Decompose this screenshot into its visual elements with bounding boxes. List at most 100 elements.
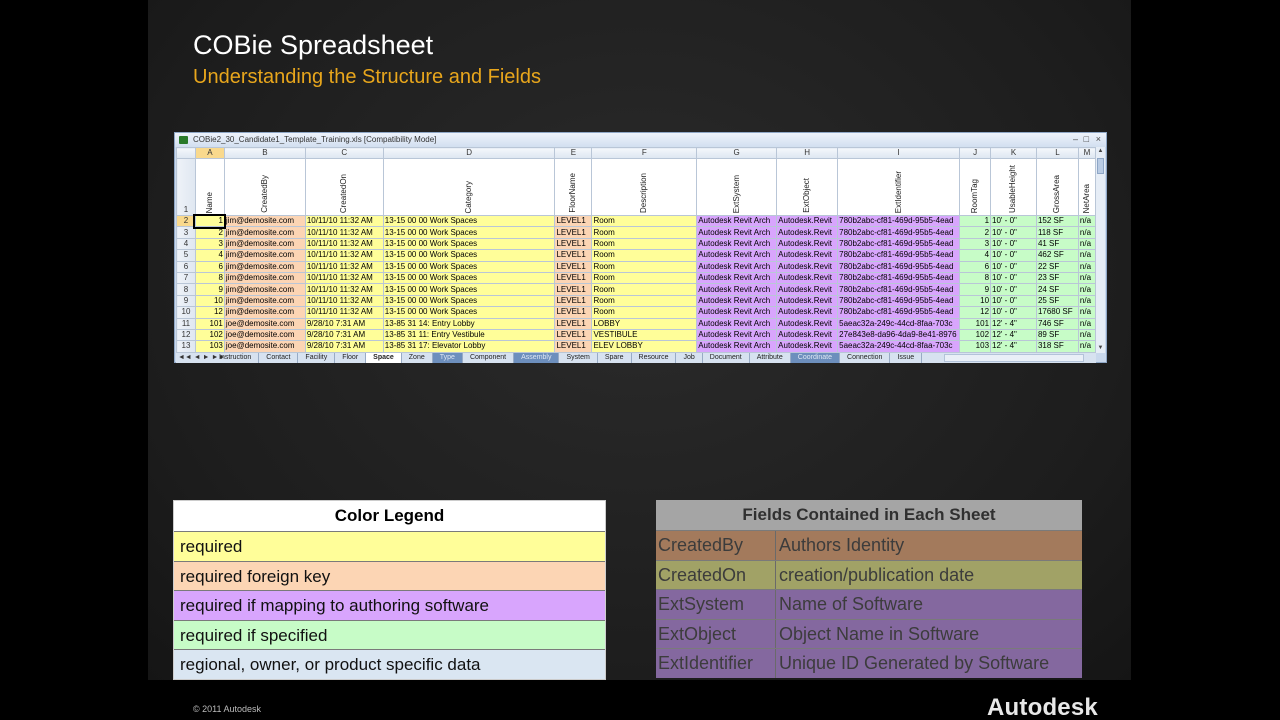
cell-extsystem[interactable]: Autodesk Revit Arch <box>696 214 778 228</box>
row-header[interactable]: 1 <box>176 158 196 216</box>
cell-category[interactable]: 13-85 31 17: Elevator Lobby <box>382 340 556 353</box>
select-all-corner[interactable] <box>176 147 196 159</box>
cell-roomtag[interactable]: 6 <box>959 260 992 273</box>
cell-grossarea[interactable]: 22 SF <box>1035 260 1079 273</box>
cell-createdby[interactable]: jim@demosite.com <box>223 283 306 296</box>
cell-usableheight[interactable]: 10' - 0" <box>990 294 1037 308</box>
cell-roomtag[interactable]: 12 <box>959 306 992 319</box>
cell-floorname[interactable]: LEVEL1 <box>554 214 593 228</box>
cell-createdon[interactable]: 9/28/10 7:31 AM <box>304 328 384 342</box>
column-header-j[interactable]: J <box>959 147 992 159</box>
cell-createdby[interactable]: jim@demosite.com <box>223 226 306 239</box>
cell-extsystem[interactable]: Autodesk Revit Arch <box>696 249 778 262</box>
cell-description[interactable]: ELEV LOBBY <box>591 340 698 353</box>
column-header-d[interactable]: D <box>382 147 556 159</box>
cell-category[interactable]: 13-15 00 00 Work Spaces <box>382 283 556 296</box>
cell-category[interactable]: 13-15 00 00 Work Spaces <box>382 306 556 319</box>
cell-createdby[interactable]: jim@demosite.com <box>223 249 306 262</box>
field-header-cell[interactable]: Category <box>382 158 556 216</box>
cell-createdon[interactable]: 10/11/10 11:32 AM <box>304 283 384 296</box>
cell-extobject[interactable]: Autodesk.Revit <box>776 260 839 273</box>
cell-extidentifier[interactable]: 780b2abc-cf81-469d-95b5-4ead <box>837 306 961 319</box>
column-header-k[interactable]: K <box>990 147 1037 159</box>
cell-name[interactable]: 103 <box>194 340 225 353</box>
column-header-m[interactable]: M <box>1077 147 1096 159</box>
cell-netarea[interactable]: n/a <box>1077 317 1096 330</box>
sheet-tab-type[interactable]: Type <box>432 353 463 363</box>
cell-createdon[interactable]: 10/11/10 11:32 AM <box>304 271 384 285</box>
column-header-l[interactable]: L <box>1035 147 1079 159</box>
row-header[interactable]: 8 <box>176 283 196 296</box>
cell-extobject[interactable]: Autodesk.Revit <box>776 306 839 319</box>
cell-extsystem[interactable]: Autodesk Revit Arch <box>696 226 778 239</box>
cell-extsystem[interactable]: Autodesk Revit Arch <box>696 260 778 273</box>
cell-createdby[interactable]: joe@demosite.com <box>223 317 306 330</box>
cell-extobject[interactable]: Autodesk.Revit <box>776 214 839 228</box>
cell-createdon[interactable]: 9/28/10 7:31 AM <box>304 317 384 330</box>
cell-createdby[interactable]: jim@demosite.com <box>223 260 306 273</box>
sheet-tab-job[interactable]: Job <box>676 353 703 363</box>
cell-netarea[interactable]: n/a <box>1077 226 1096 239</box>
cell-netarea[interactable]: n/a <box>1077 237 1096 251</box>
sheet-tab-space[interactable]: Space <box>366 353 402 363</box>
cell-name[interactable]: 101 <box>194 317 225 330</box>
cell-usableheight[interactable]: 12' - 4" <box>990 328 1037 342</box>
field-header-cell[interactable]: UsableHeight <box>990 158 1037 216</box>
cell-createdon[interactable]: 10/11/10 11:32 AM <box>304 237 384 251</box>
cell-grossarea[interactable]: 118 SF <box>1035 226 1079 239</box>
cell-floorname[interactable]: LEVEL1 <box>554 271 593 285</box>
cell-netarea[interactable]: n/a <box>1077 214 1096 228</box>
cell-description[interactable]: LOBBY <box>591 317 698 330</box>
cell-category[interactable]: 13-15 00 00 Work Spaces <box>382 271 556 285</box>
cell-extsystem[interactable]: Autodesk Revit Arch <box>696 317 778 330</box>
field-header-cell[interactable]: ExtSystem <box>696 158 778 216</box>
cell-netarea[interactable]: n/a <box>1077 260 1096 273</box>
row-header[interactable]: 4 <box>176 237 196 251</box>
cell-category[interactable]: 13-15 00 00 Work Spaces <box>382 237 556 251</box>
close-icon[interactable]: × <box>1096 134 1101 144</box>
cell-grossarea[interactable]: 17680 SF <box>1035 306 1079 319</box>
cell-name[interactable]: 6 <box>194 260 225 273</box>
sheet-tab-assembly[interactable]: Assembly <box>514 353 560 363</box>
cell-category[interactable]: 13-85 31 14: Entry Lobby <box>382 317 556 330</box>
scroll-up-icon[interactable]: ▲ <box>1097 148 1104 155</box>
cell-floorname[interactable]: LEVEL1 <box>554 260 593 273</box>
column-header-g[interactable]: G <box>696 147 778 159</box>
cell-name[interactable]: 12 <box>194 306 225 319</box>
cell-description[interactable]: Room <box>591 294 698 308</box>
cell-floorname[interactable]: LEVEL1 <box>554 294 593 308</box>
cell-name[interactable]: 2 <box>194 226 225 239</box>
cell-category[interactable]: 13-15 00 00 Work Spaces <box>382 214 556 228</box>
cell-roomtag[interactable]: 9 <box>959 283 992 296</box>
column-header-f[interactable]: F <box>591 147 698 159</box>
cell-name[interactable]: 4 <box>194 249 225 262</box>
cell-netarea[interactable]: n/a <box>1077 283 1096 296</box>
cell-name[interactable]: 1 <box>193 213 227 229</box>
column-header-e[interactable]: E <box>554 147 593 159</box>
cell-floorname[interactable]: LEVEL1 <box>554 317 593 330</box>
cell-extobject[interactable]: Autodesk.Revit <box>776 294 839 308</box>
cell-grossarea[interactable]: 746 SF <box>1035 317 1079 330</box>
cell-createdon[interactable]: 10/11/10 11:32 AM <box>304 249 384 262</box>
cell-createdby[interactable]: jim@demosite.com <box>223 294 306 308</box>
sheet-tab-resource[interactable]: Resource <box>632 353 677 363</box>
cell-floorname[interactable]: LEVEL1 <box>554 283 593 296</box>
cell-createdon[interactable]: 9/28/10 7:31 AM <box>304 340 384 353</box>
scroll-down-icon[interactable]: ▼ <box>1097 345 1104 352</box>
cell-usableheight[interactable]: 10' - 0" <box>990 226 1037 239</box>
sheet-tab-connection[interactable]: Connection <box>840 353 891 363</box>
cell-extsystem[interactable]: Autodesk Revit Arch <box>696 328 778 342</box>
cell-usableheight[interactable]: 12' - 4" <box>990 340 1037 353</box>
cell-extidentifier[interactable]: 27e843e8-da96-4da9-8e41-8976 <box>837 328 961 342</box>
row-header[interactable]: 7 <box>176 271 196 285</box>
cell-category[interactable]: 13-15 00 00 Work Spaces <box>382 226 556 239</box>
column-header-i[interactable]: I <box>837 147 961 159</box>
row-header[interactable]: 9 <box>176 294 196 308</box>
cell-description[interactable]: Room <box>591 249 698 262</box>
cell-name[interactable]: 9 <box>194 283 225 296</box>
cell-extidentifier[interactable]: 780b2abc-cf81-469d-95b5-4ead <box>837 214 961 228</box>
cell-grossarea[interactable]: 25 SF <box>1035 294 1079 308</box>
cell-extidentifier[interactable]: 780b2abc-cf81-469d-95b5-4ead <box>837 283 961 296</box>
cell-netarea[interactable]: n/a <box>1077 294 1096 308</box>
cell-extobject[interactable]: Autodesk.Revit <box>776 271 839 285</box>
